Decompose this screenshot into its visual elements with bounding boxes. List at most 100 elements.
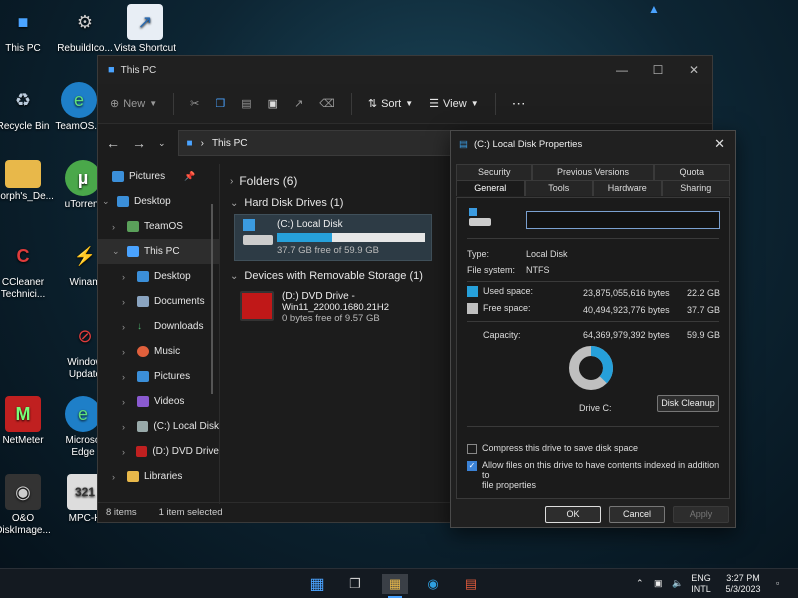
- usage-bar: [277, 233, 425, 242]
- windows-drive-icon: [241, 219, 273, 249]
- maximize-button[interactable]: ☐: [640, 56, 676, 84]
- navigation-pane: Pictures 📌 ⌄ Desktop › TeamOS ⌄ This PC …: [98, 164, 220, 504]
- task-view-icon[interactable]: ❐: [344, 574, 366, 594]
- chevron-down-icon[interactable]: ⌄: [102, 196, 112, 207]
- cut-icon[interactable]: ✂: [190, 97, 199, 110]
- desktop-icon-netmeter[interactable]: M NetMeter: [0, 396, 56, 447]
- index-checkbox[interactable]: ✓ Allow files on this drive to have cont…: [467, 460, 722, 490]
- dialog-title-bar[interactable]: ▤ (C:) Local Disk Properties: [451, 131, 735, 157]
- nav-item-desktop[interactable]: ⌄ Desktop: [98, 189, 219, 214]
- chevron-down-icon[interactable]: ⌄: [112, 246, 122, 257]
- clock[interactable]: 3:27 PM 5/3/2023: [722, 573, 764, 595]
- chevron-right-icon[interactable]: ›: [122, 372, 132, 382]
- desktop-icon-rebuildico[interactable]: ⚙ RebuildIco...: [52, 4, 118, 55]
- nav-scrollbar[interactable]: [211, 204, 213, 394]
- chevron-right-icon[interactable]: ›: [122, 422, 132, 432]
- window-title: This PC: [120, 64, 157, 76]
- nav-item-this-pc[interactable]: ⌄ This PC: [98, 239, 219, 264]
- used-color-swatch: [467, 286, 478, 298]
- close-icon[interactable]: ✕: [714, 136, 725, 152]
- chevron-right-icon[interactable]: ›: [122, 272, 132, 282]
- share-icon[interactable]: ↗: [294, 97, 303, 110]
- computer-icon: [127, 246, 139, 257]
- start-button[interactable]: ▦: [306, 574, 328, 594]
- back-arrow-icon[interactable]: ←: [106, 135, 120, 151]
- nav-item-downloads[interactable]: › ↓ Downloads: [98, 314, 219, 339]
- view-button[interactable]: ☰ View ▼: [429, 97, 478, 111]
- robot-icon: ⚙: [76, 12, 94, 32]
- close-button[interactable]: ✕: [676, 56, 712, 84]
- chevron-right-icon[interactable]: ›: [122, 322, 132, 332]
- nav-item-teamos[interactable]: › TeamOS: [98, 214, 219, 239]
- copy-icon[interactable]: ❐: [215, 97, 225, 110]
- folder-icon: [127, 471, 139, 482]
- chevron-right-icon[interactable]: ›: [122, 447, 131, 457]
- compress-checkbox[interactable]: Compress this drive to save disk space: [467, 443, 722, 454]
- network-icon[interactable]: ▣: [654, 578, 663, 589]
- disk-cleanup-button[interactable]: Disk Cleanup: [657, 395, 719, 412]
- chevron-right-icon[interactable]: ›: [112, 222, 122, 232]
- tab-quota[interactable]: Quota: [653, 164, 730, 180]
- type-label: Type:: [467, 249, 490, 259]
- tab-tools[interactable]: Tools: [524, 180, 593, 196]
- volume-mute-icon[interactable]: 🔈: [672, 578, 683, 589]
- cancel-button[interactable]: Cancel: [609, 506, 665, 523]
- checkbox-box: [467, 444, 477, 454]
- delete-icon[interactable]: ⌫: [319, 97, 335, 110]
- tab-general[interactable]: General: [456, 180, 525, 196]
- nav-item-pictures[interactable]: › Pictures: [98, 364, 219, 389]
- new-button[interactable]: ⊕ New ▼: [110, 97, 157, 111]
- nav-item-videos[interactable]: › Videos: [98, 389, 219, 414]
- more-options-icon[interactable]: ⋯: [512, 95, 526, 112]
- file-explorer-taskbar-icon[interactable]: ▦: [382, 574, 408, 594]
- nav-item-music[interactable]: › Music: [98, 339, 219, 364]
- ok-button[interactable]: OK: [545, 506, 601, 523]
- tab-sharing[interactable]: Sharing: [661, 180, 730, 196]
- language-indicator[interactable]: ENG INTL: [690, 573, 712, 595]
- nav-item-pictures-pinned[interactable]: Pictures 📌: [98, 164, 219, 189]
- free-color-swatch: [467, 303, 478, 315]
- tab-previous-versions[interactable]: Previous Versions: [532, 164, 654, 180]
- free-gb: 37.7 GB: [687, 305, 721, 315]
- chevron-right-icon[interactable]: ›: [112, 472, 122, 482]
- volume-name-input[interactable]: [526, 211, 720, 229]
- netmeter-icon: M: [5, 396, 41, 432]
- chevron-right-icon[interactable]: ›: [122, 297, 132, 307]
- tray-chevron-up-icon[interactable]: ⌃: [636, 578, 644, 589]
- nav-item-libraries[interactable]: › Libraries: [98, 464, 219, 489]
- filesystem-label: File system:: [467, 265, 516, 275]
- notification-icon[interactable]: ▫: [776, 578, 779, 589]
- desktop-icon-morphs[interactable]: Morph's_De...: [0, 160, 56, 203]
- desktop-icon-this-pc[interactable]: ■ This PC: [0, 4, 56, 55]
- apply-button[interactable]: Apply: [673, 506, 729, 523]
- capacity-label: Capacity:: [483, 330, 521, 340]
- store-taskbar-icon[interactable]: ▤: [460, 574, 482, 594]
- desktop-icon-vista-shortcut[interactable]: ↗ Vista Shortcut: [112, 4, 178, 55]
- desktop-icon-ccleaner[interactable]: C CCleaner Technici...: [0, 238, 56, 301]
- item-count: 8 items: [106, 507, 137, 518]
- rename-icon[interactable]: ▣: [268, 97, 278, 110]
- download-icon: ↓: [137, 321, 142, 332]
- tab-hardware[interactable]: Hardware: [593, 180, 662, 196]
- nav-item-documents[interactable]: › Documents: [98, 289, 219, 314]
- chevron-right-icon[interactable]: ›: [122, 397, 132, 407]
- nav-item-c-drive[interactable]: › (C:) Local Disk: [98, 414, 219, 439]
- drive-tile-c[interactable]: (C:) Local Disk 37.7 GB free of 59.9 GB: [234, 214, 432, 261]
- sort-button[interactable]: ⇅ Sort ▼: [368, 97, 413, 111]
- dialog-title: (C:) Local Disk Properties: [473, 138, 583, 150]
- chevron-right-icon[interactable]: ›: [122, 347, 132, 357]
- edge-icon: e: [61, 82, 97, 118]
- address-bar[interactable]: ■ › This PC: [177, 130, 468, 156]
- folder-icon: [5, 160, 41, 188]
- forward-arrow-icon[interactable]: →: [132, 135, 146, 151]
- tab-security[interactable]: Security: [456, 164, 533, 180]
- nav-item-d-drive[interactable]: › (D:) DVD Drive: [98, 439, 219, 464]
- desktop-icon-oo-diskimage[interactable]: ◉ O&O DiskImage...: [0, 474, 56, 537]
- minimize-button[interactable]: —: [604, 56, 640, 84]
- paste-icon[interactable]: ▤: [241, 97, 251, 110]
- nav-item-desktop-sub[interactable]: › Desktop: [98, 264, 219, 289]
- edge-taskbar-icon[interactable]: ◉: [422, 574, 444, 594]
- used-gb: 22.2 GB: [687, 288, 721, 298]
- recent-chevron-icon[interactable]: ⌄: [158, 138, 166, 149]
- free-bytes: 40,494,923,776 bytes: [583, 305, 670, 315]
